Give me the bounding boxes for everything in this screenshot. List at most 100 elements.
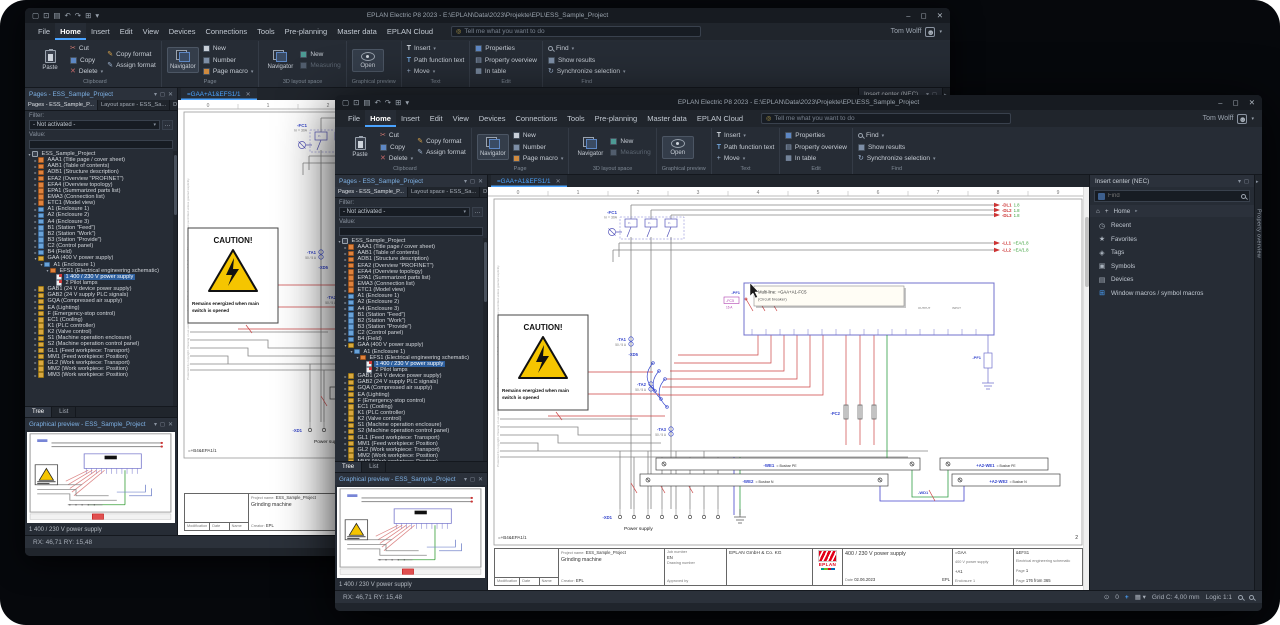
- page-number-button[interactable]: Number: [203, 55, 254, 65]
- path-function-text-button[interactable]: TPath function text: [717, 142, 775, 152]
- show-results-button[interactable]: Show results: [858, 142, 936, 152]
- in-table-button[interactable]: ▦In table: [785, 154, 847, 164]
- restore-button[interactable]: ◻: [920, 11, 926, 20]
- dock-tab-0[interactable]: Pages - ESS_Sample_P...: [25, 100, 98, 110]
- open-project-icon[interactable]: ⊡: [43, 12, 49, 20]
- tree-view-tab-list[interactable]: List: [52, 407, 76, 417]
- user-account[interactable]: Tom Wolff ☻ ▾: [891, 27, 942, 37]
- insert-center-pin-icon[interactable]: ◻: [1244, 178, 1249, 185]
- collapse-icon[interactable]: ▸: [1256, 179, 1259, 185]
- snap-icon[interactable]: ⊙: [1104, 593, 1109, 601]
- preview-menu-icon[interactable]: ▾: [464, 476, 467, 483]
- add-icon[interactable]: +: [1125, 594, 1129, 601]
- copy-button[interactable]: Copy: [70, 55, 103, 65]
- preview-pin-icon[interactable]: ◻: [470, 476, 475, 483]
- ribbon-tab-pre-planning[interactable]: Pre-planning: [590, 110, 643, 127]
- preview-close-icon[interactable]: ✕: [168, 421, 173, 428]
- object-snap-icon[interactable]: 0: [1115, 594, 1119, 601]
- page-new-button[interactable]: New: [513, 131, 564, 141]
- ribbon-tab-eplan-cloud[interactable]: EPLAN Cloud: [382, 23, 438, 40]
- page-macro-button[interactable]: Page macro▾: [513, 154, 564, 164]
- insert-center-item-favorites[interactable]: ★Favorites: [1090, 233, 1254, 247]
- move-button[interactable]: +Move▾: [717, 154, 775, 164]
- measuring-button[interactable]: Measuring: [610, 148, 650, 158]
- zoom-in-icon[interactable]: [1238, 595, 1243, 600]
- tree-item[interactable]: ▸MM3 (Work workpiece: Position): [335, 459, 487, 461]
- ribbon-tab-edit[interactable]: Edit: [115, 23, 138, 40]
- dock-tab-0[interactable]: Pages - ESS_Sample_P...: [335, 187, 408, 197]
- tell-me-search[interactable]: ◎: [451, 26, 701, 37]
- assign-format-button[interactable]: ✎Assign format: [107, 61, 156, 71]
- property-overview-button[interactable]: ▤Property overview: [785, 142, 847, 152]
- ribbon-tab-home[interactable]: Home: [55, 23, 86, 40]
- insert-center-search[interactable]: [1094, 190, 1250, 202]
- add-icon[interactable]: +: [1105, 208, 1109, 215]
- preview-open-button[interactable]: Open: [352, 49, 384, 72]
- qat-customize-icon[interactable]: ▾: [95, 12, 99, 20]
- paste-button[interactable]: Paste: [344, 134, 376, 161]
- cut-button[interactable]: ✂Cut: [380, 131, 413, 141]
- path-function-text-button[interactable]: TPath function text: [407, 55, 465, 65]
- grid-icon[interactable]: ▦ ▾: [1135, 593, 1146, 601]
- preview-thumbnail[interactable]: [337, 487, 485, 578]
- dock-tab-1[interactable]: Layout space - ESS_Sa...: [98, 100, 170, 110]
- value-input[interactable]: [339, 227, 483, 236]
- undo-icon[interactable]: ↶: [374, 99, 380, 107]
- ribbon-tab-devices[interactable]: Devices: [474, 110, 511, 127]
- close-button[interactable]: ✕: [1249, 98, 1255, 107]
- ribbon-tab-view[interactable]: View: [448, 110, 474, 127]
- new-project-icon[interactable]: ▢: [342, 99, 349, 107]
- page-macro-button[interactable]: Page macro▾: [203, 67, 254, 77]
- tab-close-icon[interactable]: ✕: [246, 91, 251, 98]
- sync-selection-button[interactable]: ↻Synchronize selection▾: [548, 67, 626, 77]
- panel-close-icon[interactable]: ✕: [168, 91, 173, 98]
- panel-menu-icon[interactable]: ▾: [464, 178, 467, 185]
- preview-pin-icon[interactable]: ◻: [160, 421, 165, 428]
- insert-center-item-window-macros-symbol-macros[interactable]: ⊞Window macros / symbol macros: [1090, 287, 1254, 301]
- delete-button[interactable]: ✕Delete▾: [70, 67, 103, 77]
- page-navigator-button[interactable]: Navigator: [167, 47, 199, 73]
- 3d-navigator-button[interactable]: Navigator: [264, 47, 296, 73]
- panel-pin-icon[interactable]: ◻: [470, 178, 475, 185]
- panel-menu-icon[interactable]: ▾: [154, 91, 157, 98]
- ribbon-tab-connections[interactable]: Connections: [510, 110, 562, 127]
- ribbon-tab-file[interactable]: File: [343, 110, 365, 127]
- user-account[interactable]: Tom Wolff ☻ ▾: [1203, 114, 1254, 124]
- breadcrumb-home[interactable]: Home: [1114, 208, 1131, 215]
- ribbon-tab-insert[interactable]: Insert: [86, 23, 115, 40]
- insert-symbol-icon[interactable]: ⊞: [85, 12, 91, 20]
- insert-center-item-devices[interactable]: ▤Devices: [1090, 273, 1254, 287]
- insert-symbol-icon[interactable]: ⊞: [395, 99, 401, 107]
- ribbon-tab-connections[interactable]: Connections: [200, 23, 252, 40]
- new-project-icon[interactable]: ▢: [32, 12, 39, 20]
- filter-select[interactable]: - Not activated -▾: [29, 120, 160, 130]
- ribbon-tab-insert[interactable]: Insert: [396, 110, 425, 127]
- panel-pin-icon[interactable]: ◻: [160, 91, 165, 98]
- move-button[interactable]: +Move▾: [407, 67, 465, 77]
- ribbon-tab-eplan-cloud[interactable]: EPLAN Cloud: [692, 110, 748, 127]
- minimize-button[interactable]: –: [1218, 98, 1222, 107]
- insert-center-item-symbols[interactable]: ▣Symbols: [1090, 260, 1254, 274]
- dock-tab-2[interactable]: Devices - ESS_Sample_...: [480, 187, 487, 197]
- print-icon[interactable]: ▤: [53, 12, 60, 20]
- filter-select[interactable]: - Not activated -▾: [339, 207, 470, 217]
- ribbon-tab-master-data[interactable]: Master data: [642, 110, 692, 127]
- preview-close-icon[interactable]: ✕: [478, 476, 483, 483]
- text-insert-button[interactable]: TInsert▾: [717, 131, 775, 141]
- tree-view-tab-tree[interactable]: Tree: [335, 462, 362, 472]
- ribbon-tab-tools[interactable]: Tools: [252, 23, 280, 40]
- dock-tab-2[interactable]: Devices - ESS_Sample_...: [170, 100, 177, 110]
- restore-button[interactable]: ◻: [1232, 98, 1238, 107]
- 3d-new-button[interactable]: New: [300, 49, 340, 59]
- qat-customize-icon[interactable]: ▾: [405, 99, 409, 107]
- properties-button[interactable]: Properties: [785, 131, 847, 141]
- minimize-button[interactable]: –: [906, 11, 910, 20]
- show-results-button[interactable]: Show results: [548, 55, 626, 65]
- open-project-icon[interactable]: ⊡: [353, 99, 359, 107]
- filter-more-button[interactable]: …: [472, 207, 483, 217]
- value-input[interactable]: [29, 140, 173, 149]
- cut-button[interactable]: ✂Cut: [70, 44, 103, 54]
- print-icon[interactable]: ▤: [363, 99, 370, 107]
- measuring-button[interactable]: Measuring: [300, 61, 340, 71]
- copy-format-button[interactable]: ✎Copy format: [107, 49, 156, 59]
